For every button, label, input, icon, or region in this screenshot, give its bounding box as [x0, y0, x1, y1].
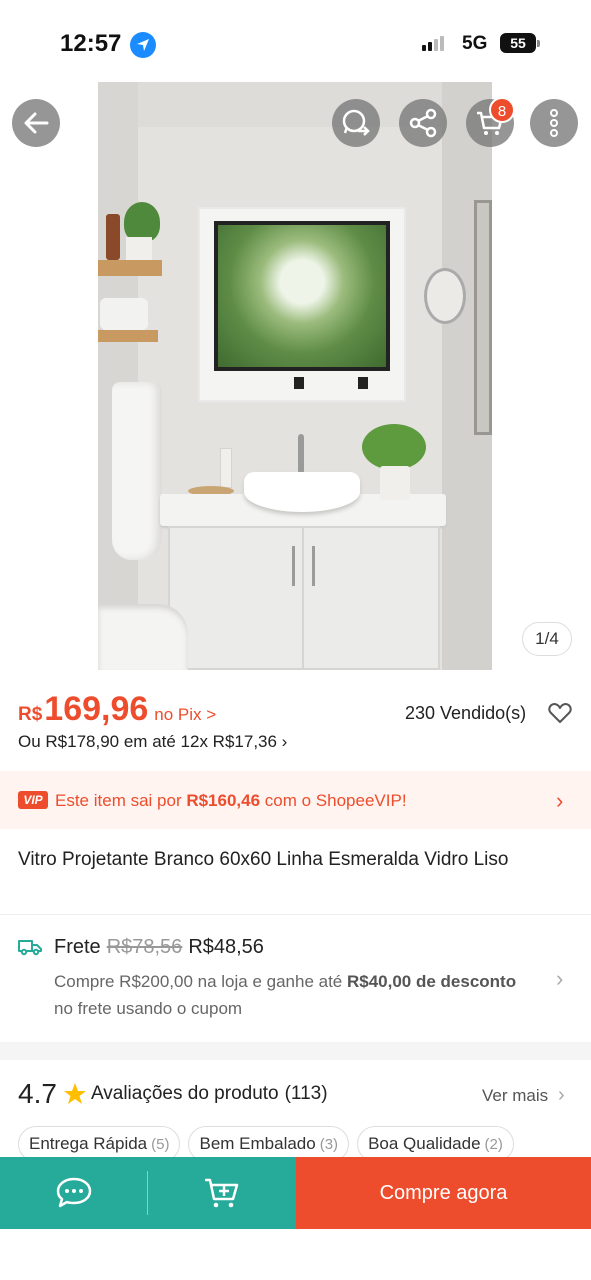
image-pot — [380, 466, 410, 500]
price-row: R$ 169,96 no Pix > — [18, 690, 216, 729]
back-arrow-icon — [24, 112, 49, 134]
status-bar: 12:57 5G 55 — [0, 0, 591, 80]
chat-button[interactable] — [0, 1157, 148, 1229]
buy-now-button[interactable]: Compre agora — [296, 1157, 591, 1229]
add-to-cart-button[interactable] — [148, 1157, 296, 1229]
image-bottle — [106, 214, 120, 260]
heart-icon — [548, 703, 572, 723]
vip-logo: VIP — [18, 791, 48, 809]
sold-count: 230 Vendido(s) — [405, 703, 527, 723]
favorite-button[interactable] — [548, 702, 572, 729]
image-basin — [244, 472, 360, 512]
rating-header: 4.7 Avaliações do produto (113) — [18, 1078, 328, 1110]
section-gap — [0, 1042, 591, 1060]
chevron-right-icon: › — [556, 788, 564, 813]
product-title: Vitro Projetante Branco 60x60 Linha Esme… — [18, 849, 509, 870]
share-icon — [409, 108, 437, 138]
image-soap — [220, 448, 232, 488]
cart-count-badge: 8 — [489, 97, 515, 123]
chevron-right-icon[interactable]: › — [556, 966, 563, 992]
image-shelf — [98, 330, 158, 342]
rating-score: 4.7 — [18, 1078, 57, 1109]
image-hanging-towel — [112, 382, 162, 560]
pix-link[interactable]: no Pix > — [154, 705, 216, 725]
vip-text: Este item sai por R$160,46 com o ShopeeV… — [55, 791, 407, 810]
chat-icon — [56, 1177, 92, 1208]
location-arrow-icon — [130, 32, 156, 58]
product-image[interactable] — [98, 82, 492, 670]
divider — [0, 914, 591, 915]
back-button[interactable] — [12, 99, 60, 147]
installment-info[interactable]: Ou R$178,90 em até 12x R$17,36 › — [18, 732, 287, 752]
see-more-link[interactable]: Ver mais — [482, 1086, 548, 1106]
image-wall-mirror — [474, 200, 492, 435]
star-icon — [63, 1083, 86, 1104]
image-faucet — [298, 434, 304, 474]
whatsapp-share-button[interactable] — [332, 99, 380, 147]
more-options-button[interactable] — [530, 99, 578, 147]
price-value: 169,96 — [44, 690, 149, 728]
rating-count: (113) — [284, 1083, 328, 1104]
image-pot — [126, 237, 152, 261]
network-label: 5G — [462, 33, 488, 54]
shipping-price[interactable]: Frete R$78,56 R$48,56 — [54, 936, 264, 959]
image-pager: 1/4 — [522, 622, 572, 656]
shipping-coupon-info: Compre R$200,00 na loja e ganhe até R$40… — [54, 972, 517, 1018]
bottom-action-bar: Compre agora — [0, 1157, 591, 1229]
truck-icon — [18, 938, 42, 961]
battery-icon: 55 — [500, 33, 540, 53]
rating-label: Avaliações do produto — [90, 1083, 279, 1104]
image-window — [198, 207, 406, 402]
image-mirror — [424, 268, 466, 324]
vip-banner[interactable]: VIP Este item sai por R$160,46 com o Sho… — [0, 771, 591, 829]
image-plant — [124, 202, 160, 242]
signal-icon — [422, 36, 444, 51]
image-plant — [362, 424, 426, 470]
image-shelf — [98, 260, 162, 276]
image-towels — [100, 298, 148, 330]
status-time: 12:57 — [60, 30, 122, 57]
image-toilet — [98, 604, 188, 670]
share-button[interactable] — [399, 99, 447, 147]
image-cabinet — [168, 526, 440, 670]
price-currency: R$ — [18, 704, 43, 725]
chevron-right-icon: › — [558, 1084, 565, 1106]
image-wall-left — [98, 82, 138, 670]
whatsapp-share-icon — [342, 109, 370, 136]
add-to-cart-icon — [205, 1178, 239, 1208]
more-icon — [550, 109, 558, 137]
